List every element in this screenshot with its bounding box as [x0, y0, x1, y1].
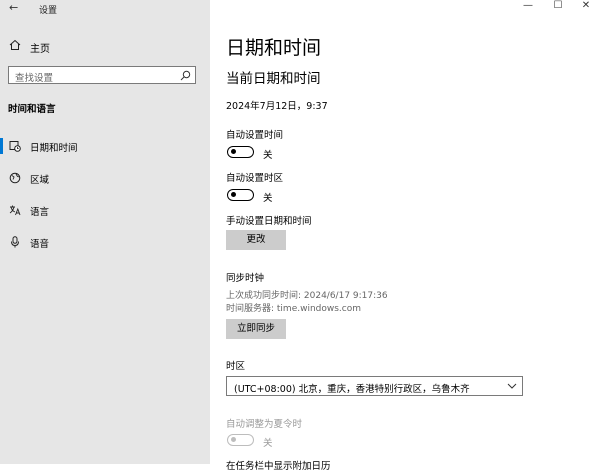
sidebar: ← 设置 主页 查找设置 时间和语言 日期和时间 区域 语言 语音: [0, 0, 210, 464]
auto-time-toggle[interactable]: [227, 146, 254, 158]
auto-time-state: 关: [263, 150, 273, 161]
sync-heading: 同步时钟: [226, 273, 265, 284]
timezone-value: (UTC+08:00) 北京，重庆，香港特别行政区，乌鲁木齐: [234, 384, 470, 395]
home-nav-item[interactable]: 主页: [0, 36, 210, 56]
change-button[interactable]: 更改: [226, 230, 286, 250]
sidebar-item-label: 日期和时间: [30, 143, 78, 154]
section-title: 时间和语言: [8, 104, 56, 115]
dst-toggle[interactable]: [227, 434, 254, 446]
search-icon[interactable]: [180, 70, 191, 81]
microphone-icon: [11, 236, 19, 248]
clock-icon: [9, 141, 21, 152]
main-panel: 日期和时间 当前日期和时间 2024年7月12日，9:37 自动设置时间 关 自…: [210, 0, 600, 472]
manual-time-label: 手动设置日期和时间: [226, 216, 312, 227]
sidebar-item-speech[interactable]: 语音: [0, 231, 210, 253]
auto-time-label: 自动设置时间: [226, 130, 284, 141]
auto-timezone-label: 自动设置时区: [226, 173, 284, 184]
search-input[interactable]: 查找设置: [8, 66, 196, 84]
title-bar: ← 设置: [0, 0, 210, 18]
back-arrow-icon[interactable]: ←: [9, 1, 18, 14]
globe-icon: [9, 172, 21, 184]
sidebar-item-label: 语言: [30, 207, 50, 218]
sidebar-item-label: 区域: [30, 175, 50, 186]
language-icon: [9, 205, 21, 216]
current-datetime: 2024年7月12日，9:37: [226, 101, 328, 112]
toggle-knob: [231, 192, 236, 197]
time-server-text: 时间服务器: time.windows.com: [226, 304, 362, 314]
toggle-knob: [231, 437, 236, 442]
timezone-label: 时区: [226, 361, 246, 372]
dst-state: 关: [263, 438, 273, 449]
sidebar-item-date-time[interactable]: 日期和时间: [0, 135, 210, 157]
auto-timezone-state: 关: [263, 193, 273, 204]
sync-now-button[interactable]: 立即同步: [226, 319, 286, 339]
page-title: 日期和时间: [226, 37, 322, 59]
home-icon: [9, 39, 21, 50]
home-label: 主页: [30, 44, 50, 55]
active-indicator: [0, 138, 3, 154]
section-subtitle: 当前日期和时间: [226, 71, 321, 87]
toggle-knob: [231, 149, 236, 154]
last-sync-text: 上次成功同步时间: 2024/6/17 9:17:36: [226, 291, 388, 301]
auto-timezone-toggle[interactable]: [227, 189, 254, 201]
app-title: 设置: [39, 6, 58, 16]
sidebar-item-language[interactable]: 语言: [0, 199, 210, 221]
chevron-down-icon: [507, 383, 517, 389]
timezone-select[interactable]: (UTC+08:00) 北京，重庆，香港特别行政区，乌鲁木齐: [226, 376, 523, 396]
additional-calendar-label: 在任务栏中显示附加日历: [226, 461, 331, 472]
sidebar-item-label: 语音: [30, 239, 50, 250]
search-placeholder: 查找设置: [15, 73, 54, 84]
sidebar-item-region[interactable]: 区域: [0, 167, 210, 189]
dst-label: 自动调整为夏令时: [226, 419, 303, 430]
